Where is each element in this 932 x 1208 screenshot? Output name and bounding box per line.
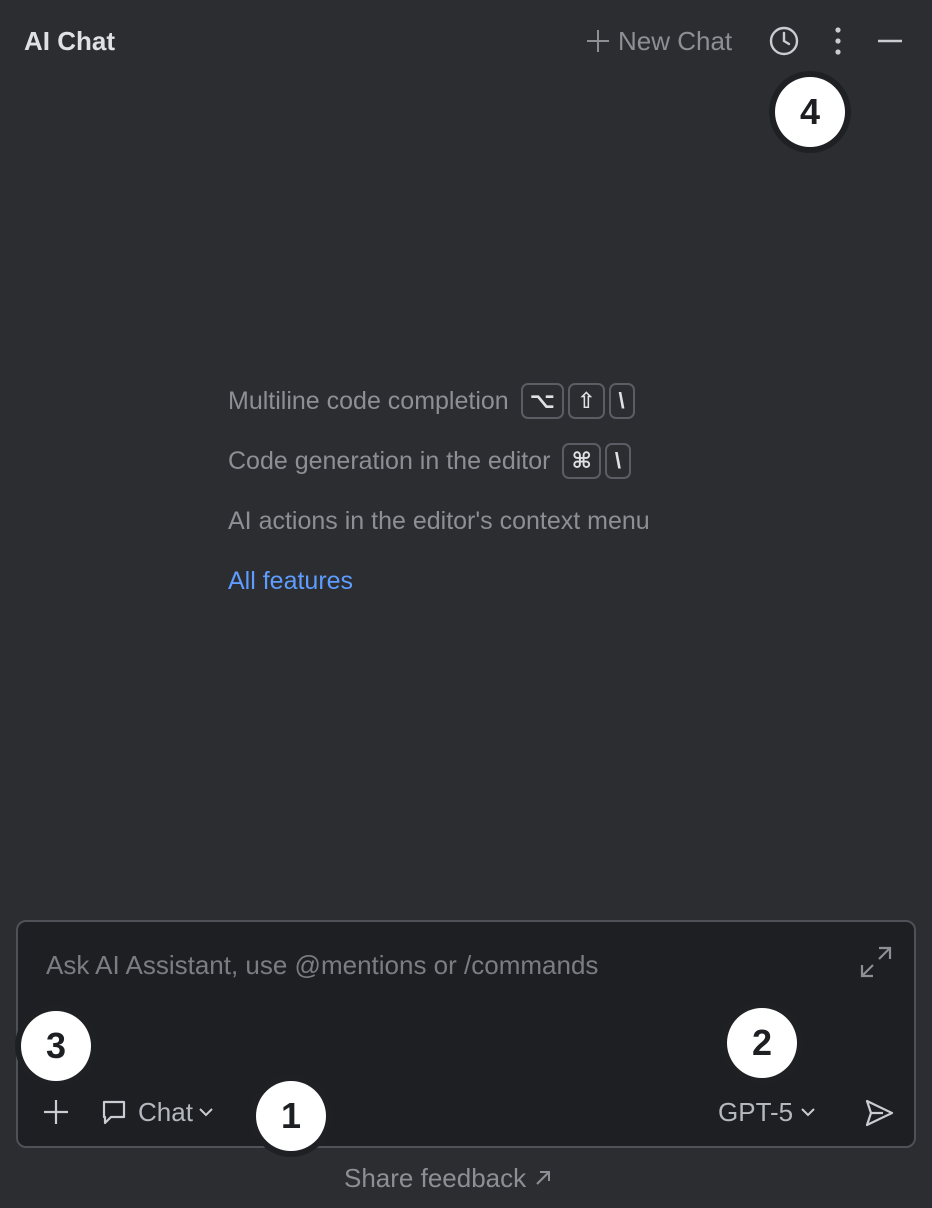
history-icon bbox=[769, 26, 799, 56]
send-button[interactable] bbox=[860, 1094, 898, 1132]
all-features-link[interactable]: All features bbox=[228, 560, 788, 602]
send-icon bbox=[865, 1099, 894, 1127]
minimize-icon bbox=[878, 39, 902, 43]
feature-tips: Multiline code completion ⌥ ⇧ \ Code gen… bbox=[228, 380, 788, 602]
expand-input-button[interactable] bbox=[858, 944, 894, 980]
callout-badge-1: 1 bbox=[256, 1081, 326, 1151]
chevron-down-icon bbox=[199, 1108, 213, 1117]
chat-mode-dropdown[interactable]: Chat bbox=[100, 1092, 215, 1132]
minimize-button[interactable] bbox=[871, 22, 909, 60]
callout-badge-4: 4 bbox=[775, 77, 845, 147]
history-button[interactable] bbox=[765, 22, 803, 60]
tip-multiline-completion: Multiline code completion ⌥ ⇧ \ bbox=[228, 380, 788, 422]
model-label: GPT-5 bbox=[718, 1096, 794, 1127]
more-vertical-icon bbox=[835, 27, 841, 55]
shortcut-keys: ⌥ ⇧ \ bbox=[520, 383, 639, 419]
tip-label: Multiline code completion bbox=[228, 386, 509, 415]
prompt-input[interactable] bbox=[44, 944, 828, 986]
tip-code-generation: Code generation in the editor ⌘ \ bbox=[228, 440, 788, 482]
backslash-key: \ bbox=[604, 443, 631, 479]
share-feedback-label: Share feedback bbox=[344, 1162, 527, 1193]
command-key: ⌘ bbox=[562, 443, 601, 479]
callout-badge-2: 2 bbox=[727, 1008, 797, 1078]
backslash-key: \ bbox=[608, 383, 635, 419]
chevron-down-icon bbox=[801, 1108, 815, 1117]
new-chat-button[interactable]: New Chat bbox=[584, 22, 732, 60]
plus-icon bbox=[587, 30, 609, 52]
plus-icon bbox=[44, 1100, 68, 1124]
new-chat-label: New Chat bbox=[618, 25, 733, 56]
add-context-button[interactable] bbox=[38, 1094, 74, 1130]
external-arrow-icon bbox=[536, 1171, 551, 1185]
option-key: ⌥ bbox=[520, 383, 565, 419]
chat-bubble-icon bbox=[102, 1100, 126, 1125]
share-feedback-link[interactable]: Share feedback bbox=[344, 1160, 552, 1196]
tip-label: AI actions in the editor's context menu bbox=[228, 506, 650, 535]
model-dropdown[interactable]: GPT-5 bbox=[718, 1092, 817, 1132]
callout-badge-3: 3 bbox=[21, 1011, 91, 1081]
chat-header: AI Chat New Chat bbox=[0, 0, 932, 82]
shortcut-keys: ⌘ \ bbox=[562, 443, 634, 479]
expand-icon bbox=[860, 946, 892, 978]
shift-key: ⇧ bbox=[568, 383, 605, 419]
panel-title: AI Chat bbox=[24, 26, 115, 56]
tip-label: Code generation in the editor bbox=[228, 446, 551, 475]
tip-context-menu: AI actions in the editor's context menu bbox=[228, 500, 788, 542]
chat-mode-label: Chat bbox=[138, 1096, 193, 1127]
more-options-button[interactable] bbox=[819, 22, 857, 60]
